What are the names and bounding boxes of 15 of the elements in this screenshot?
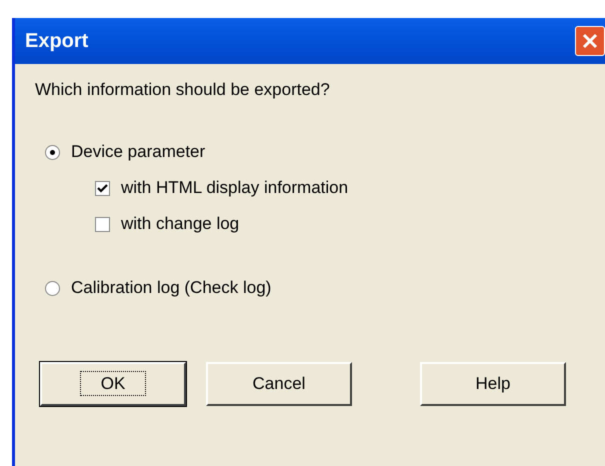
checkbox[interactable] bbox=[95, 216, 110, 232]
close-button[interactable] bbox=[575, 26, 605, 56]
option-label[interactable]: Calibration log (Check log) bbox=[71, 278, 272, 298]
window-title: Export bbox=[25, 30, 88, 52]
option-label[interactable]: Device parameter bbox=[71, 142, 206, 162]
option-label[interactable]: with change log bbox=[121, 214, 240, 234]
dialog-button[interactable]: OK bbox=[40, 362, 186, 406]
dialog-button[interactable]: Help bbox=[420, 362, 566, 406]
close-icon bbox=[581, 32, 599, 50]
checkbox[interactable] bbox=[95, 180, 110, 196]
radio-button[interactable] bbox=[45, 280, 60, 296]
option-label[interactable]: with HTML display information bbox=[121, 178, 348, 198]
question-text: Which information should be exported? bbox=[35, 80, 331, 100]
dialog-button[interactable]: Cancel bbox=[206, 362, 352, 406]
radio-button[interactable] bbox=[45, 144, 60, 160]
